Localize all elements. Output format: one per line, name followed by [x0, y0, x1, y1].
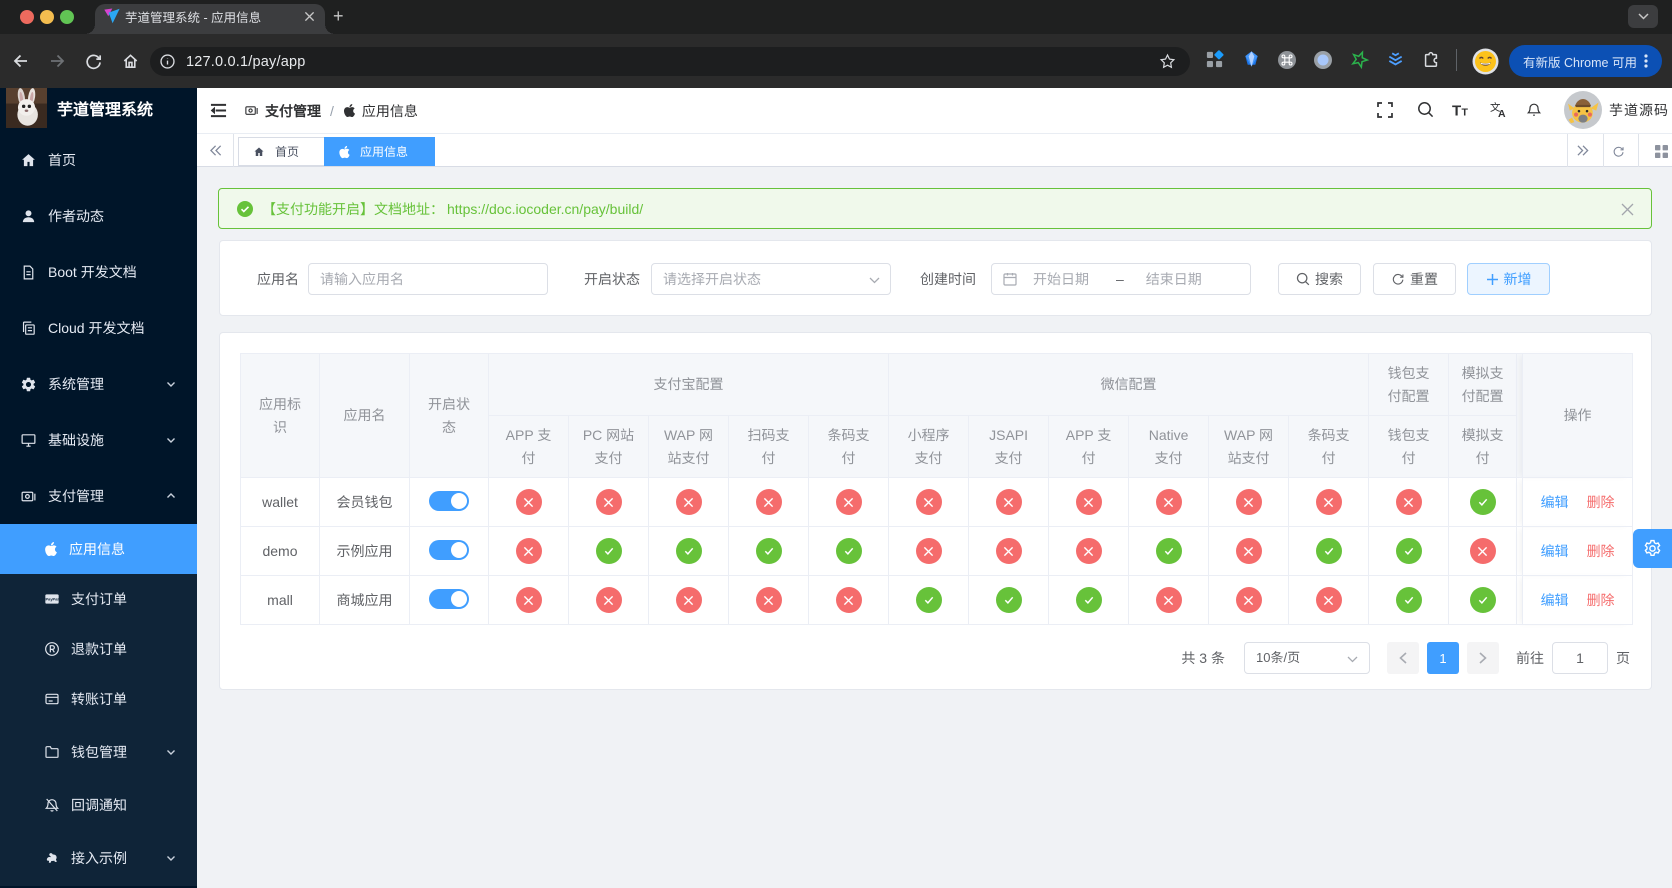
svg-text:T: T	[1452, 103, 1461, 118]
svg-text:A: A	[1498, 108, 1506, 118]
svg-text:T: T	[1462, 107, 1469, 118]
svg-text:PayPal: PayPal	[45, 597, 58, 602]
